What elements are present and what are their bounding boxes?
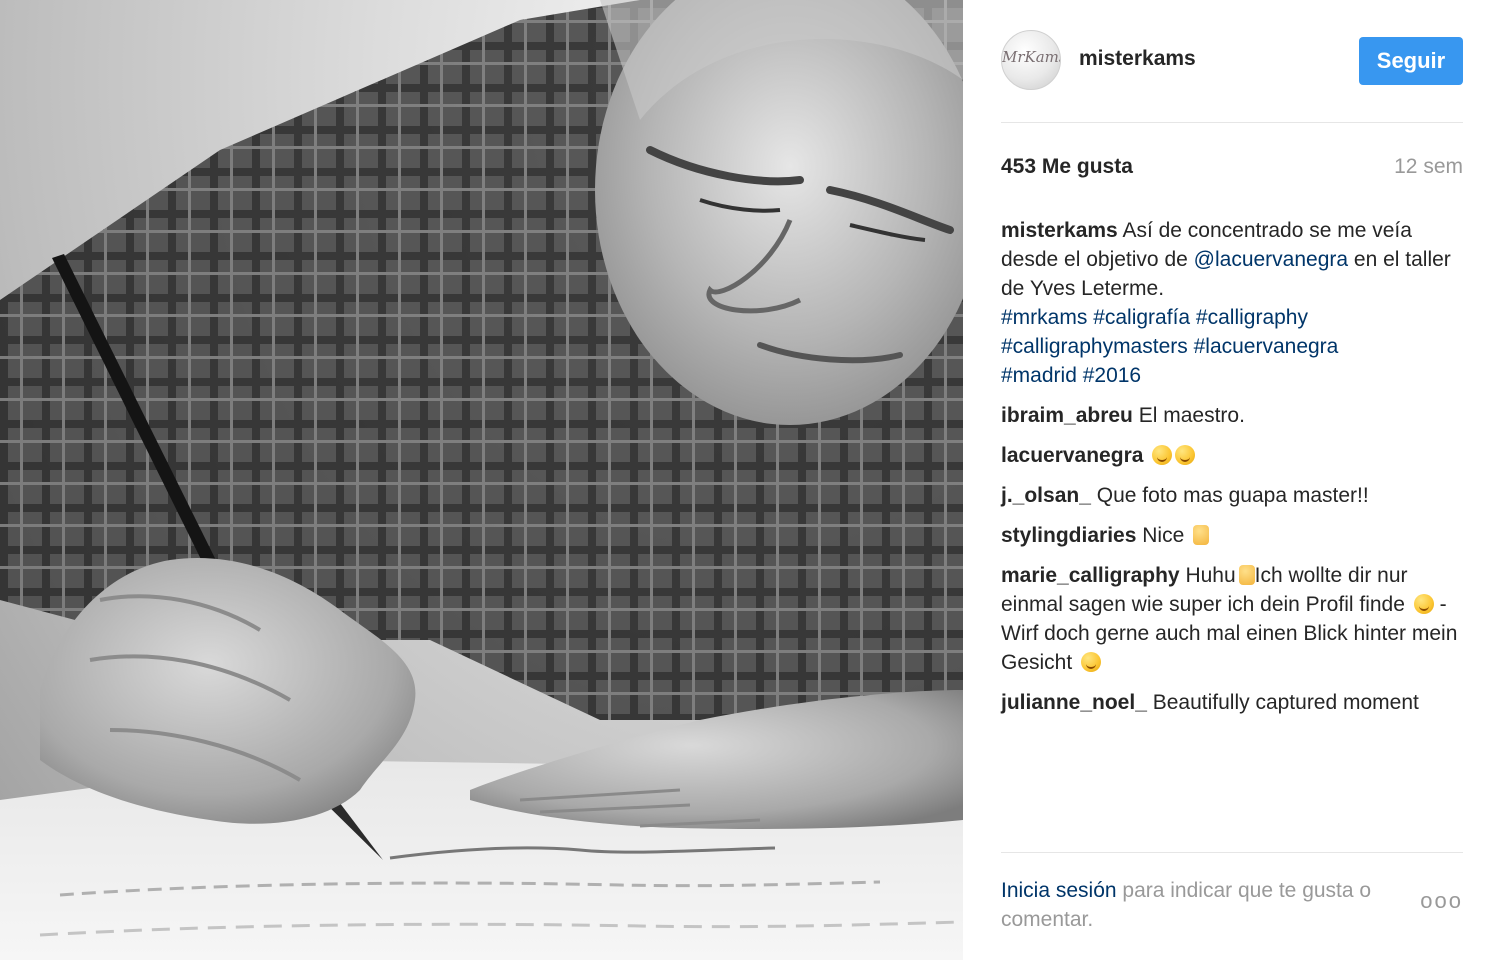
post-side-panel: MrKams misterkams Seguir 453 Me gusta 12… xyxy=(963,0,1500,960)
hashtag-link[interactable]: #mrkams xyxy=(1001,306,1087,329)
hashtag-link[interactable]: #2016 xyxy=(1083,364,1141,387)
likes-count[interactable]: 453 Me gusta xyxy=(1001,155,1133,179)
post-header: MrKams misterkams Seguir xyxy=(1001,30,1463,92)
post-photo[interactable] xyxy=(0,0,963,960)
comment: lacuervanegra xyxy=(1001,441,1463,470)
login-link[interactable]: Inicia sesión xyxy=(1001,879,1117,902)
comment-username[interactable]: julianne_noel_ xyxy=(1001,691,1147,714)
ellipsis-icon[interactable]: ooo xyxy=(1420,888,1463,914)
upside-down-face-emoji-icon xyxy=(1081,652,1102,672)
instagram-post: MrKams misterkams Seguir 453 Me gusta 12… xyxy=(0,0,1500,960)
comment-username[interactable]: marie_calligraphy xyxy=(1001,564,1180,587)
comment-text: Beautifully captured moment xyxy=(1152,691,1419,714)
login-prompt: Inicia sesión para indicar que te gusta … xyxy=(1001,876,1411,934)
kiss-emoji-icon xyxy=(1175,445,1196,465)
comment: marie_calligraphy Huhu Ich wollte dir nur… xyxy=(1001,561,1463,677)
caption-username[interactable]: misterkams xyxy=(1001,219,1118,242)
avatar-logo: MrKams xyxy=(1002,48,1061,66)
comments-list: misterkams Así de concentrado se me veía… xyxy=(1001,216,1463,728)
profile-avatar[interactable]: MrKams xyxy=(1001,30,1061,90)
ok-hand-emoji-icon xyxy=(1193,525,1210,545)
follow-button[interactable]: Seguir xyxy=(1359,37,1463,85)
comment: j._olsan_ Que foto mas guapa master!! xyxy=(1001,481,1463,510)
comment: ibraim_abreu El maestro. xyxy=(1001,401,1463,430)
hashtag-link[interactable]: #lacuervanegra xyxy=(1194,335,1339,358)
hashtag-link[interactable]: #madrid xyxy=(1001,364,1077,387)
comment-username[interactable]: ibraim_abreu xyxy=(1001,404,1133,427)
photo-illustration xyxy=(0,0,963,960)
comment-username[interactable]: j._olsan_ xyxy=(1001,484,1091,507)
post-time[interactable]: 12 sem xyxy=(1394,155,1463,179)
caption: misterkams Así de concentrado se me veía… xyxy=(1001,216,1463,390)
post-footer: Inicia sesión para indicar que te gusta … xyxy=(1001,876,1463,934)
comment: julianne_noel_ Beautifully captured mome… xyxy=(1001,688,1463,717)
comment: stylingdiaries Nice xyxy=(1001,521,1463,550)
hashtag-link[interactable]: #calligraphymasters xyxy=(1001,335,1188,358)
header-divider xyxy=(1001,122,1463,123)
victory-hand-emoji-icon xyxy=(1238,565,1255,585)
caption-mention-link[interactable]: @lacuervanegra xyxy=(1194,248,1348,271)
comment-text: Que foto mas guapa master!! xyxy=(1096,484,1369,507)
likes-row: 453 Me gusta 12 sem xyxy=(1001,155,1463,185)
kissing-face-emoji-icon xyxy=(1413,594,1434,614)
hashtag-link[interactable]: #caligrafía xyxy=(1093,306,1190,329)
comment-text: Huhu xyxy=(1185,564,1236,587)
smiley-emoji-icon xyxy=(1152,445,1173,465)
footer-divider xyxy=(1001,852,1463,853)
comment-text: Nice xyxy=(1142,524,1185,547)
comment-text: El maestro. xyxy=(1138,404,1245,427)
comment-username[interactable]: lacuervanegra xyxy=(1001,444,1143,467)
profile-username[interactable]: misterkams xyxy=(1079,47,1196,71)
hashtag-link[interactable]: #calligraphy xyxy=(1196,306,1308,329)
comment-username[interactable]: stylingdiaries xyxy=(1001,524,1136,547)
